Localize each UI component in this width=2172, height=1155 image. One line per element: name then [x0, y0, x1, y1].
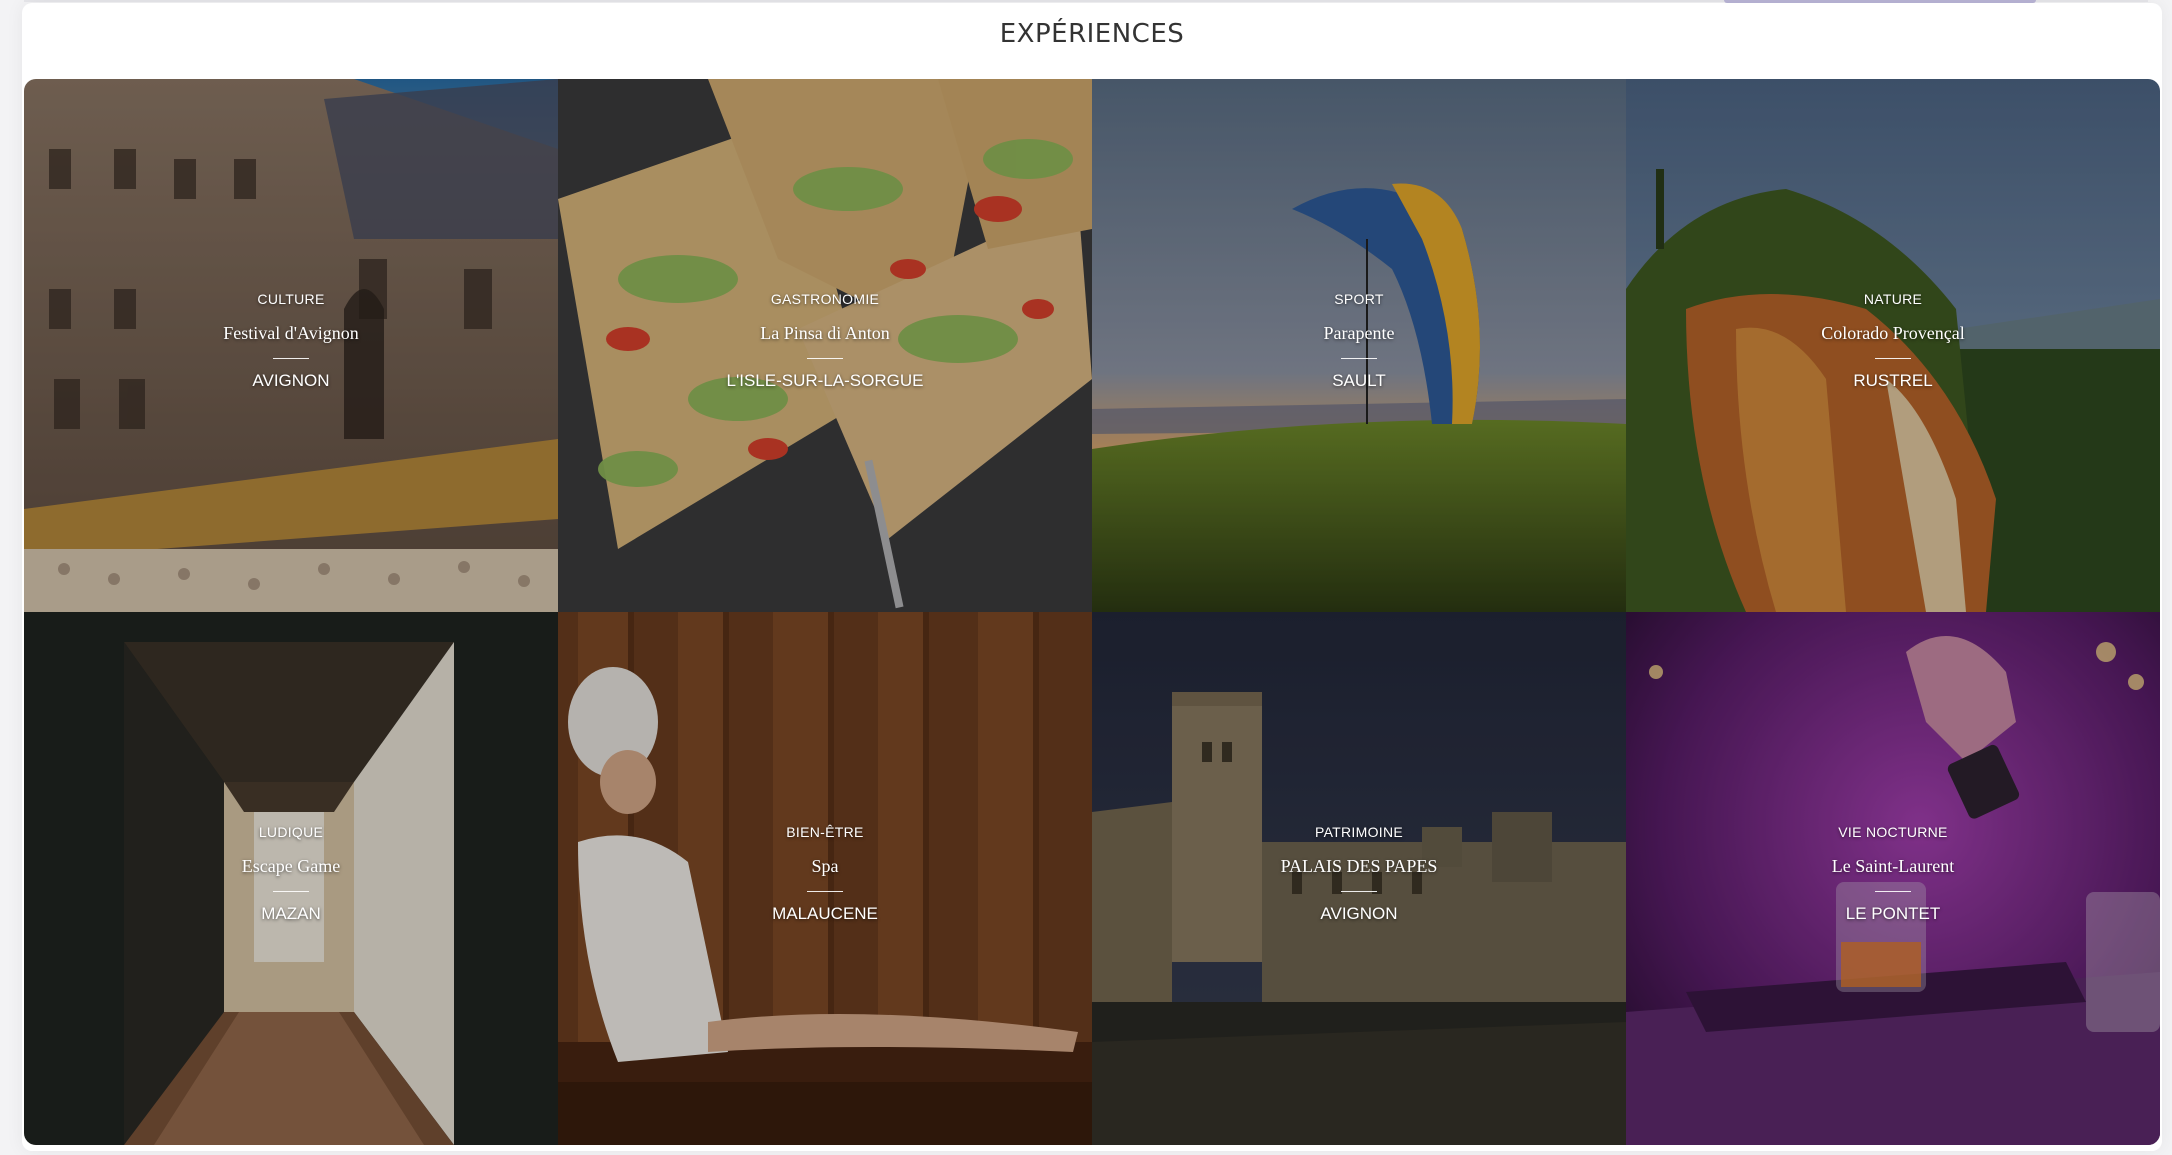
caption-divider — [273, 358, 309, 359]
card-category: SPORT — [1334, 291, 1384, 307]
caption-divider — [1341, 358, 1377, 359]
experience-card-colorado-provencal[interactable]: NATURE Colorado Provençal RUSTREL — [1626, 79, 2160, 612]
experience-card-palais-des-papes[interactable]: PATRIMOINE PALAIS DES PAPES AVIGNON — [1092, 612, 1626, 1145]
caption-divider — [1875, 891, 1911, 892]
card-name: Le Saint-Laurent — [1831, 856, 1955, 876]
card-place: RUSTREL — [1853, 371, 1933, 390]
card-caption: NATURE Colorado Provençal RUSTREL — [1626, 291, 2160, 391]
card-place: MAZAN — [261, 904, 321, 923]
card-caption: LUDIQUE Escape Game MAZAN — [24, 824, 558, 924]
card-caption: VIE NOCTURNE Le Saint-Laurent LE PONTET — [1626, 824, 2160, 924]
card-name: Festival d'Avignon — [223, 323, 359, 343]
card-name: Parapente — [1323, 323, 1395, 343]
card-name: La Pinsa di Anton — [760, 323, 890, 343]
card-caption: CULTURE Festival d'Avignon AVIGNON — [24, 291, 558, 391]
card-place: AVIGNON — [252, 371, 330, 390]
caption-divider — [273, 891, 309, 892]
card-place: SAULT — [1332, 371, 1386, 390]
experience-card-pinsa-di-anton[interactable]: GASTRONOMIE La Pinsa di Anton L'ISLE-SUR… — [558, 79, 1092, 612]
card-name: Colorado Provençal — [1821, 323, 1965, 343]
card-category: NATURE — [1863, 291, 1923, 307]
experience-card-parapente[interactable]: SPORT Parapente SAULT — [1092, 79, 1626, 612]
card-name: Spa — [811, 856, 839, 876]
experience-card-escape-game[interactable]: LUDIQUE Escape Game MAZAN — [24, 612, 558, 1145]
caption-divider — [1875, 358, 1911, 359]
experiences-grid: CULTURE Festival d'Avignon AVIGNON GASTR… — [24, 79, 2160, 1145]
card-caption: SPORT Parapente SAULT — [1092, 291, 1626, 391]
card-name: Escape Game — [241, 856, 341, 876]
card-caption: BIEN-ÊTRE Spa MALAUCENE — [558, 824, 1092, 924]
card-category: VIE NOCTURNE — [1838, 824, 1948, 840]
page: EXPÉRIENCES CULTURE Festival d'Avignon A… — [0, 0, 2172, 1155]
experience-card-le-saint-laurent[interactable]: VIE NOCTURNE Le Saint-Laurent LE PONTET — [1626, 612, 2160, 1145]
experiences-panel: EXPÉRIENCES CULTURE Festival d'Avignon A… — [22, 3, 2162, 1151]
experience-card-spa[interactable]: BIEN-ÊTRE Spa MALAUCENE — [558, 612, 1092, 1145]
card-place: LE PONTET — [1845, 904, 1941, 923]
card-place: MALAUCENE — [772, 904, 878, 923]
card-category: LUDIQUE — [258, 824, 324, 840]
card-category: GASTRONOMIE — [770, 291, 880, 307]
card-place: L'ISLE-SUR-LA-SORGUE — [726, 371, 924, 390]
card-place: AVIGNON — [1320, 904, 1398, 923]
experience-card-festival-avignon[interactable]: CULTURE Festival d'Avignon AVIGNON — [24, 79, 558, 612]
card-category: CULTURE — [257, 291, 325, 307]
caption-divider — [807, 891, 843, 892]
card-category: PATRIMOINE — [1314, 824, 1404, 840]
card-caption: PATRIMOINE PALAIS DES PAPES AVIGNON — [1092, 824, 1626, 924]
card-name: PALAIS DES PAPES — [1280, 856, 1438, 876]
card-category: BIEN-ÊTRE — [786, 824, 864, 840]
section-title: EXPÉRIENCES — [999, 19, 1185, 49]
caption-divider — [807, 358, 843, 359]
card-caption: GASTRONOMIE La Pinsa di Anton L'ISLE-SUR… — [558, 291, 1092, 391]
caption-divider — [1341, 891, 1377, 892]
